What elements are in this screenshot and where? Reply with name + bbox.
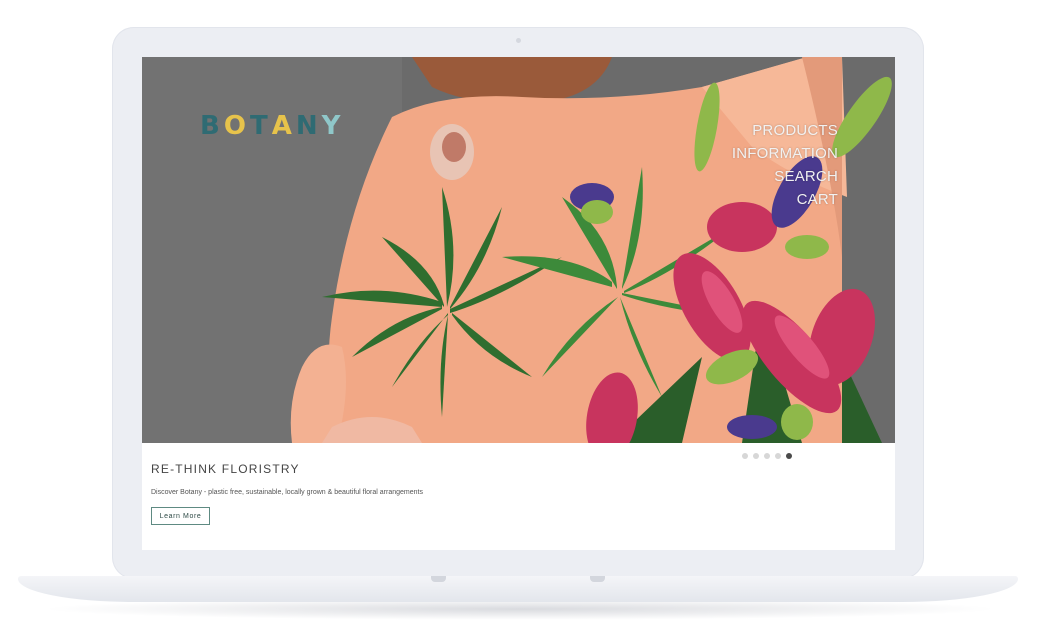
website-screen: B O T A N Y PRODUCTS INFORMATION SEARCH … <box>142 57 895 550</box>
hero-banner: B O T A N Y PRODUCTS INFORMATION SEARCH … <box>142 57 895 443</box>
carousel-dot[interactable] <box>764 453 770 459</box>
laptop-base <box>18 576 1018 602</box>
nav-item-search[interactable]: SEARCH <box>732 165 838 188</box>
carousel-dots <box>742 453 792 459</box>
nav-item-products[interactable]: PRODUCTS <box>732 119 838 142</box>
hero-title: RE-THINK FLORISTRY <box>151 462 300 476</box>
camera-icon <box>516 38 521 43</box>
carousel-dot[interactable] <box>742 453 748 459</box>
nav-item-cart[interactable]: CART <box>732 188 838 211</box>
logo-letter: B <box>200 111 221 141</box>
logo-letter: A <box>271 111 293 141</box>
logo-letter: O <box>223 111 247 141</box>
carousel-dot[interactable] <box>753 453 759 459</box>
hero-content: RE-THINK FLORISTRY Discover Botany - pla… <box>142 443 895 550</box>
logo-letter: T <box>249 111 269 141</box>
laptop-hinge-right <box>590 576 605 582</box>
nav-item-information[interactable]: INFORMATION <box>732 142 838 165</box>
learn-more-button[interactable]: Learn More <box>151 507 210 525</box>
hero-description: Discover Botany - plastic free, sustaina… <box>151 489 423 496</box>
logo-letter: N <box>295 111 319 141</box>
laptop-hinge-left <box>431 576 446 582</box>
carousel-dot[interactable] <box>775 453 781 459</box>
carousel-dot-active[interactable] <box>786 453 792 459</box>
botany-logo[interactable]: B O T A N Y <box>200 111 341 141</box>
main-nav: PRODUCTS INFORMATION SEARCH CART <box>732 119 838 211</box>
logo-letter: Y <box>321 111 342 141</box>
